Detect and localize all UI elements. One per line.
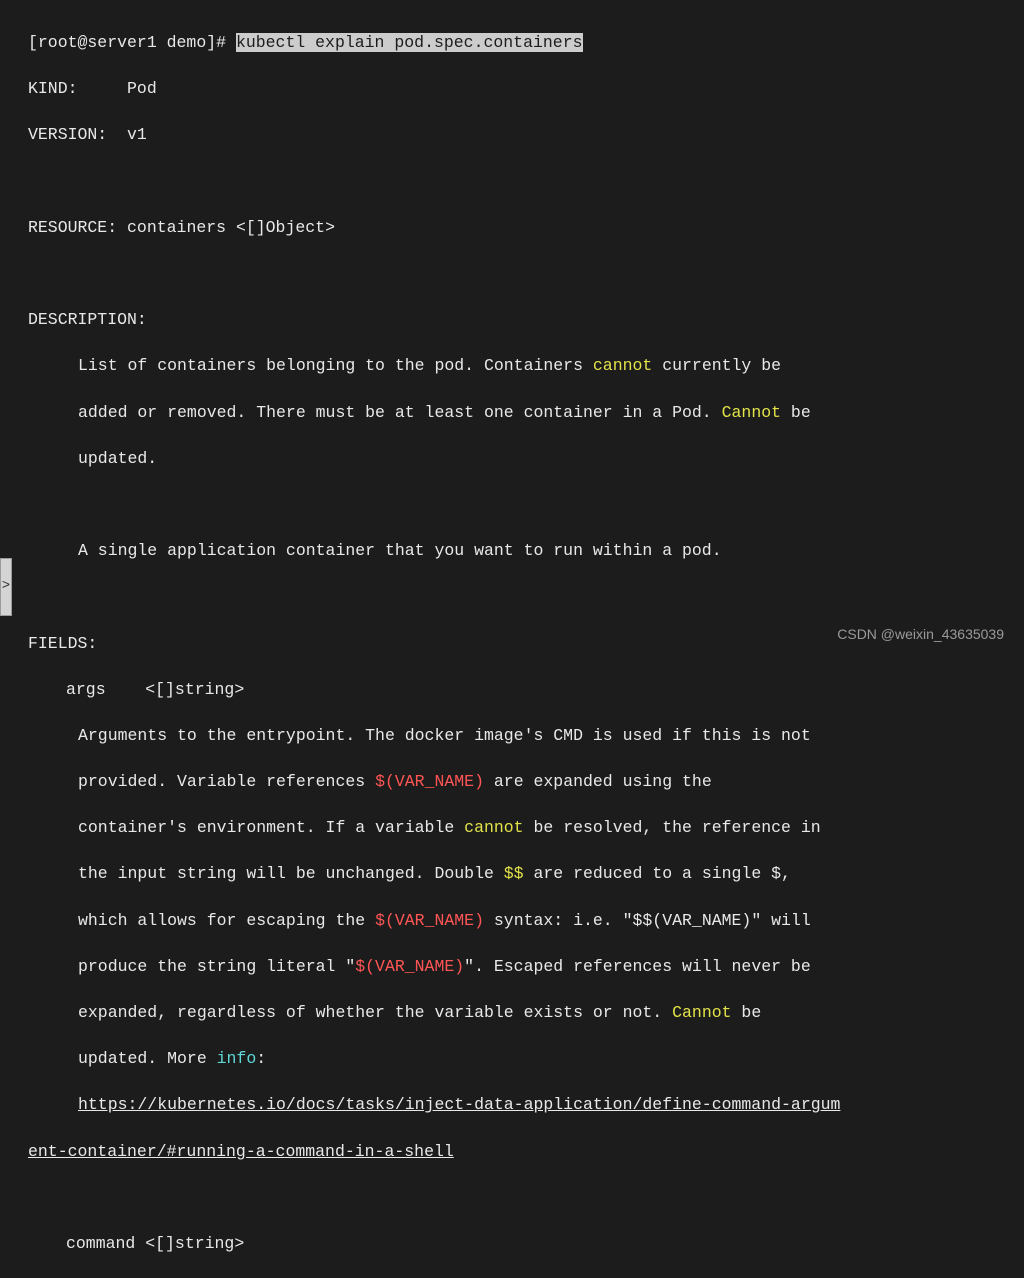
resource-value: containers <[]Object> bbox=[127, 218, 335, 237]
shell-prompt: [root@server1 demo]# bbox=[28, 33, 236, 52]
description-line: updated. bbox=[28, 447, 1024, 470]
description-line: List of containers belonging to the pod.… bbox=[28, 354, 1024, 377]
highlight-cannot: Cannot bbox=[722, 403, 781, 422]
scrollbar-control[interactable]: > bbox=[0, 558, 12, 616]
field-desc-line: the input string will be unchanged. Doub… bbox=[28, 862, 1024, 885]
field-desc-line: which allows for escaping the $(VAR_NAME… bbox=[28, 909, 1024, 932]
prompt-line: [root@server1 demo]# kubectl explain pod… bbox=[28, 31, 1024, 54]
field-desc-line: produce the string literal "$(VAR_NAME)"… bbox=[28, 955, 1024, 978]
kind-label: KIND: bbox=[28, 79, 127, 98]
blank-line bbox=[28, 585, 1024, 608]
description-line: added or removed. There must be at least… bbox=[28, 401, 1024, 424]
chevron-right-icon: > bbox=[2, 577, 10, 597]
blank-line bbox=[28, 493, 1024, 516]
highlight-var: $(VAR_NAME) bbox=[375, 911, 484, 930]
field-desc-line: updated. More info: bbox=[28, 1047, 1024, 1070]
highlight-var: $(VAR_NAME) bbox=[355, 957, 464, 976]
url-line: https://kubernetes.io/docs/tasks/inject-… bbox=[28, 1093, 1024, 1116]
highlight-cannot: cannot bbox=[464, 818, 523, 837]
highlight-var: $(VAR_NAME) bbox=[375, 772, 484, 791]
field-desc-line: expanded, regardless of whether the vari… bbox=[28, 1001, 1024, 1024]
resource-line: RESOURCE: containers <[]Object> bbox=[28, 216, 1024, 239]
blank-line bbox=[28, 262, 1024, 285]
highlight-dollar: $$ bbox=[504, 864, 524, 883]
field-command-label: command <[]string> bbox=[28, 1232, 1024, 1255]
field-desc-line: provided. Variable references $(VAR_NAME… bbox=[28, 770, 1024, 793]
resource-label: RESOURCE: bbox=[28, 218, 127, 237]
version-value: v1 bbox=[127, 125, 147, 144]
kind-value: Pod bbox=[127, 79, 157, 98]
command-text: kubectl explain pod.spec.containers bbox=[236, 33, 583, 52]
field-desc-line: Arguments to the entrypoint. The docker … bbox=[28, 724, 1024, 747]
url-line: ent-container/#running-a-command-in-a-sh… bbox=[28, 1140, 1024, 1163]
description-line: A single application container that you … bbox=[28, 539, 1024, 562]
field-args-label: args <[]string> bbox=[28, 678, 1024, 701]
version-line: VERSION: v1 bbox=[28, 123, 1024, 146]
blank-line bbox=[28, 1186, 1024, 1209]
version-label: VERSION: bbox=[28, 125, 127, 144]
highlight-cannot: Cannot bbox=[672, 1003, 731, 1022]
kind-line: KIND: Pod bbox=[28, 77, 1024, 100]
field-desc-line: container's environment. If a variable c… bbox=[28, 816, 1024, 839]
blank-line bbox=[28, 170, 1024, 193]
highlight-cannot: cannot bbox=[593, 356, 652, 375]
description-header: DESCRIPTION: bbox=[28, 308, 1024, 331]
watermark-text: CSDN @weixin_43635039 bbox=[837, 625, 1004, 645]
highlight-info: info bbox=[217, 1049, 257, 1068]
